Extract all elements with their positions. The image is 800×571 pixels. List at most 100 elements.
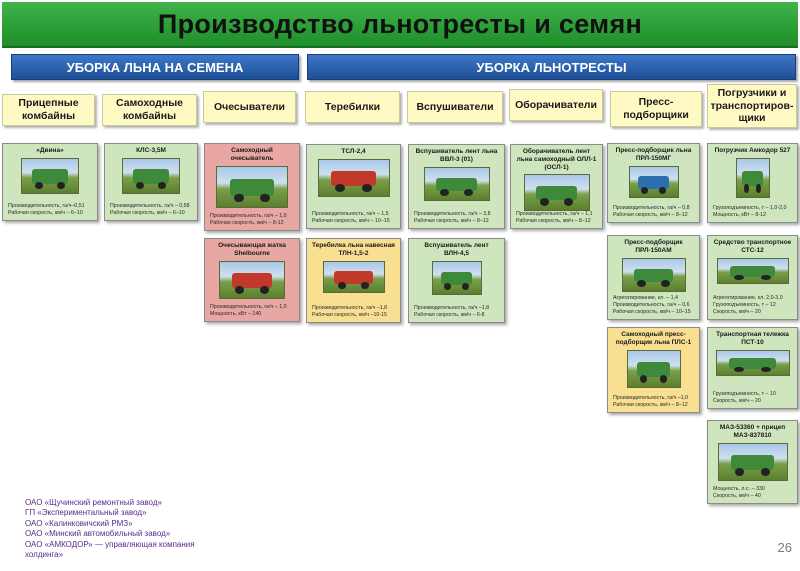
spec-line: Производительность, га/ч – 0,58 <box>110 202 190 209</box>
spec-line: Производительность, га/ч – 0,6 <box>613 301 690 308</box>
category-label: Вспушиватели <box>416 100 494 113</box>
machine-photo <box>423 167 490 202</box>
spec-line: Рабочая скорость, км/ч – 8–12 <box>613 401 688 408</box>
machine-photo <box>431 261 482 296</box>
category-label: Самоходные комбайны <box>116 97 183 122</box>
spec-line: Мощность, кВт – 140 <box>210 310 262 317</box>
card-title: Транспортная тележка ПСТ-10 <box>716 331 789 347</box>
spec-line: Рабочая скорость, км/ч – 8–12 <box>613 211 688 218</box>
spec-line: Скорость, км/ч – 40 <box>713 492 761 499</box>
spec-line: Рабочая скорость, км/ч – 8–12 <box>414 217 489 224</box>
spec-line: Производительность, га/ч –1,8 <box>414 304 490 311</box>
specs: Производительность, га/ч –1,8 Рабочая ск… <box>414 305 499 319</box>
machine-photo <box>735 158 770 199</box>
category-self-propelled-combines: Самоходные комбайны <box>102 94 197 126</box>
category-trailed-combines: Прицепные комбайны <box>2 94 95 126</box>
machine-photo <box>716 258 789 285</box>
manufacturer-line: ОАО «Калинковичский РМЗ» <box>25 518 133 528</box>
spec-line: Мощность, л.с. – 330 <box>713 485 765 492</box>
category-label: Пресс-подборщики <box>623 96 689 121</box>
specs: Мощность, л.с. – 330 Скорость, км/ч – 40 <box>713 486 792 500</box>
machine-photo <box>626 350 681 389</box>
spec-line: Производительность, га/ч – 1,0 <box>210 303 287 310</box>
card-title: Средство транспортное СТС-12 <box>713 239 792 255</box>
spec-line: Рабочая скорость, км/ч – 6–10 <box>8 209 83 216</box>
specs: Производительность, га/ч – 0,58 Рабочая … <box>110 203 192 217</box>
card-dvina: «Двина» Производительность, га/ч–0,51 Ра… <box>2 143 98 221</box>
specs: Производительность, га/ч – 3,8 Рабочая с… <box>414 211 499 225</box>
card-self-propelled-stripper: Самоходный очесыватель Производительност… <box>204 143 300 231</box>
spec-line: Скорость, км/ч – 20 <box>713 397 761 404</box>
spec-line: Рабочая скорость, км/ч – 6-8 <box>414 311 485 318</box>
machine-photo <box>523 174 590 211</box>
category-label: Прицепные комбайны <box>18 97 79 122</box>
card-title: Пресс-подборщик ПРЛ-150АМ <box>624 239 683 255</box>
category-balers: Пресс-подборщики <box>610 91 702 127</box>
category-pullers: Теребилки <box>305 91 400 123</box>
machine-photo <box>216 166 288 209</box>
spec-line: Производительность, га/ч – 0,8 <box>613 204 690 211</box>
card-title: Вспушиватель лент льна ВВЛ-3 (01) <box>415 148 498 164</box>
spec-line: Рабочая скорость, км/ч – 6–10 <box>110 209 185 216</box>
spec-line: Рабочая скорость, км/ч – 10–15 <box>312 217 390 224</box>
specs: Производительность, га/ч –1,8 Рабочая ск… <box>312 305 395 319</box>
spec-line: Производительность, га/ч–0,51 <box>8 202 85 209</box>
section-seeds-label: УБОРКА ЛЬНА НА СЕМЕНА <box>66 59 244 75</box>
card-title: Самоходный очесыватель <box>230 147 274 163</box>
card-pls1: Самоходный пресс-подборщик льна ПЛС-1 Пр… <box>607 327 700 413</box>
machine-photo <box>122 158 180 195</box>
card-prl150am: Пресс-подборщик ПРЛ-150АМ Агрегатировани… <box>607 235 700 320</box>
specs: Производительность, га/ч – 1,0 Рабочая с… <box>210 213 294 227</box>
category-loaders-transporters: Погрузчики и транспортиров-щики <box>707 84 797 128</box>
category-label: Погрузчики и транспортиров-щики <box>710 87 794 125</box>
spec-line: Грузоподъемность, т – 12 <box>713 301 776 308</box>
specs: Грузоподъемность, т – 10 Скорость, км/ч … <box>713 391 792 405</box>
spec-line: Скорость, км/ч – 20 <box>713 308 761 315</box>
specs: Агрегатирование, кл. – 1,4 Производитель… <box>613 295 694 316</box>
spec-line: Рабочая скорость, км/ч – 8–12 <box>516 217 591 224</box>
machine-photo <box>21 158 79 195</box>
specs: Производительность, га/ч – 1,5 Рабочая с… <box>312 211 395 225</box>
card-title: Очесывающая жатка Shelbourne <box>218 242 286 258</box>
card-oll: Оборачиватель лент льна самоходный ОЛЛ-1… <box>510 144 603 229</box>
card-title: Погрузчик Амкодор 527 <box>714 147 791 154</box>
card-title: Пресс-подборщик льна ПРЛ-150МГ <box>615 147 692 163</box>
card-maz: МАЗ-53360 + прицеп МАЗ-837810 Мощность, … <box>707 420 798 504</box>
spec-line: Производительность, га/ч – 3,8 <box>414 210 491 217</box>
spec-line: Грузоподъемность, т – 10 <box>713 390 776 397</box>
category-strippers: Очесыватели <box>203 91 296 123</box>
card-title: Оборачиватель лент льна самоходный ОЛЛ-1… <box>516 148 597 172</box>
card-title: Самоходный пресс-подборщик льна ПЛС-1 <box>615 331 692 347</box>
spec-line: Производительность, га/ч – 1,1 <box>516 210 593 217</box>
spec-line: Мощность, кВт – 8-12 <box>713 211 767 218</box>
manufacturer-line: ОАО «АМКОДОР» — управляющая компания хол… <box>25 539 195 559</box>
spec-line: Производительность, га/ч –1,0 <box>613 394 689 401</box>
category-turners: Оборачиватели <box>509 89 603 121</box>
card-prl150mg: Пресс-подборщик льна ПРЛ-150МГ Производи… <box>607 143 700 223</box>
specs: Производительность, га/ч –1,0 Рабочая ск… <box>613 395 694 409</box>
card-vln: Вспушиватель лент ВЛН-4,5 Производительн… <box>408 238 505 323</box>
slide-title-bar: Производство льнотресты и семян <box>2 2 798 48</box>
spec-line: Рабочая скорость, км/ч – 10–15 <box>613 308 691 315</box>
card-amkodor: Погрузчик Амкодор 527 Грузоподъемность, … <box>707 143 798 223</box>
category-fluffers: Вспушиватели <box>407 91 503 123</box>
specs: Производительность, га/ч – 1,0 Мощность,… <box>210 304 294 318</box>
card-title: КЛС-3,5М <box>136 147 166 154</box>
spec-line: Рабочая скорость, км/ч –10-15 <box>312 311 388 318</box>
spec-line: Агрегатирование, кл. 2,0-3,0 <box>713 294 783 301</box>
spec-line: Агрегатирование, кл. – 1,4 <box>613 294 678 301</box>
specs: Грузоподъемность, т – 1,0-2,0 Мощность, … <box>713 205 792 219</box>
manufacturer-line: ГП «Экспериментальный завод» <box>25 508 147 518</box>
card-shelbourne: Очесывающая жатка Shelbourne Производите… <box>204 238 300 322</box>
card-kls: КЛС-3,5М Производительность, га/ч – 0,58… <box>104 143 198 221</box>
card-title: МАЗ-53360 + прицеп МАЗ-837810 <box>719 424 786 440</box>
specs: Агрегатирование, кл. 2,0-3,0 Грузоподъем… <box>713 295 792 316</box>
category-label: Теребилки <box>324 100 381 113</box>
spec-line: Производительность, га/ч – 1,0 <box>210 212 287 219</box>
specs: Производительность, га/ч – 1,1 Рабочая с… <box>516 211 597 225</box>
card-title: Вспушиватель лент ВЛН-4,5 <box>424 242 489 258</box>
card-pst10: Транспортная тележка ПСТ-10 Грузоподъемн… <box>707 327 798 409</box>
card-tsl: ТСЛ-2,4 Производительность, га/ч – 1,5 Р… <box>306 144 401 229</box>
card-title: ТСЛ-2,4 <box>341 148 366 155</box>
category-label: Очесыватели <box>213 100 286 113</box>
